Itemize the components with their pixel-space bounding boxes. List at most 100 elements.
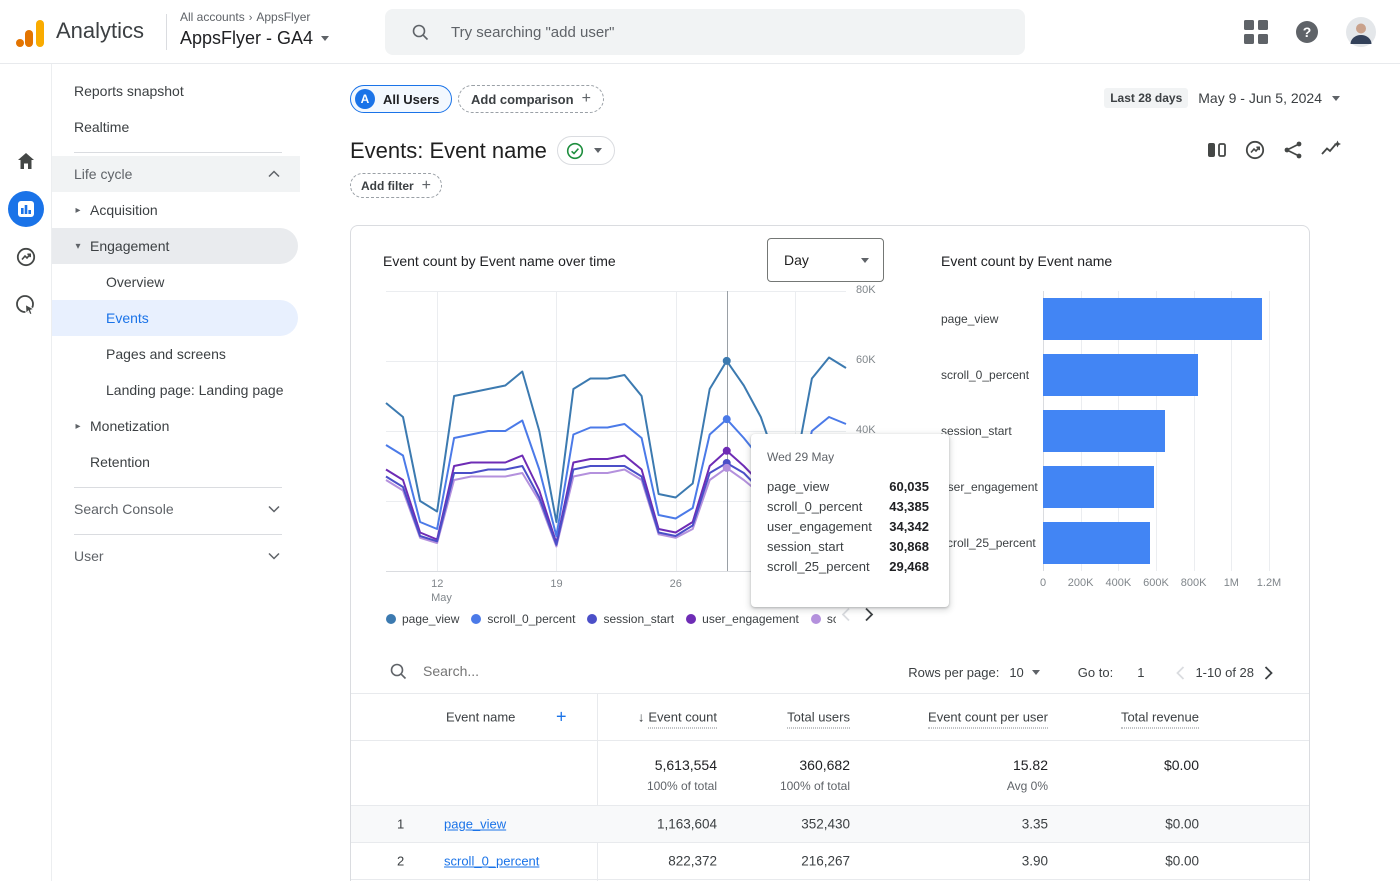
global-search-input[interactable] (451, 24, 951, 41)
chart-tooltip: Wed 29 May page_view60,035scroll_0_perce… (751, 434, 949, 607)
bar-chart-labels: page_viewscroll_0_percentsession_startus… (941, 291, 1039, 571)
sidebar-item-reports-snapshot[interactable]: Reports snapshot (52, 73, 300, 109)
share-icon[interactable] (1281, 138, 1305, 162)
table-search-input[interactable] (423, 663, 623, 679)
cell-total-users: 352,430 (801, 817, 850, 832)
sidebar-item-acquisition[interactable]: ▸Acquisition (52, 192, 300, 228)
check-circle-icon (566, 142, 584, 160)
sidebar-item-pages-and-screens[interactable]: Pages and screens (52, 336, 300, 372)
chevron-down-icon (1032, 670, 1040, 675)
search-icon (389, 662, 407, 680)
breadcrumb[interactable]: All accounts›AppsFlyer (180, 10, 310, 24)
report-status-pill[interactable] (557, 136, 615, 165)
bar-user_engagement (1043, 466, 1154, 508)
sidebar-item-overview[interactable]: Overview (52, 264, 300, 300)
expand-triangle-icon: ▸ (66, 421, 90, 432)
table-search[interactable] (389, 662, 623, 680)
sidebar-item-retention[interactable]: Retention (52, 444, 300, 480)
chevron-down-icon (594, 148, 602, 153)
hover-point-scroll_0_percent (723, 415, 731, 423)
app-name: Analytics (56, 18, 144, 44)
breadcrumb-current[interactable]: AppsFlyer (256, 10, 310, 24)
legend-item[interactable]: user_engagement (686, 612, 799, 626)
totals-total-users: 360,682 (799, 757, 850, 773)
apps-grid-icon[interactable] (1244, 20, 1268, 44)
prev-page-icon[interactable] (1176, 666, 1185, 680)
bar-category-label: scroll_0_percent (941, 347, 1039, 403)
all-users-chip[interactable]: A All Users (350, 85, 452, 113)
cell-per-user: 3.90 (1022, 854, 1048, 869)
tooltip-date: Wed 29 May (767, 450, 929, 464)
add-column-icon[interactable]: + (556, 707, 567, 728)
explore-icon[interactable] (14, 245, 38, 269)
column-header-event-count[interactable]: ↓Event count (638, 710, 717, 725)
insights-circle-icon[interactable] (1243, 138, 1267, 162)
legend-dot (686, 614, 696, 624)
goto-page-input[interactable]: 1 (1137, 665, 1144, 680)
insights-sparkle-icon[interactable] (1319, 138, 1343, 162)
sidebar-section-life-cycle[interactable]: Life cycle (52, 156, 300, 192)
property-name: AppsFlyer - GA4 (180, 28, 313, 49)
bar-scroll_25_percent (1043, 522, 1150, 564)
avatar[interactable] (1346, 17, 1376, 47)
totals-per-user-sub: Avg 0% (1007, 779, 1048, 793)
sidebar-item-monetization[interactable]: ▸Monetization (52, 408, 300, 444)
column-header-event-count-per-user[interactable]: Event count per user (928, 710, 1048, 725)
legend-item[interactable]: scroll_0_percent (471, 612, 575, 626)
home-icon[interactable] (14, 149, 38, 173)
totals-total-users-sub: 100% of total (780, 779, 850, 793)
sidebar-divider (74, 534, 282, 535)
cell-event-count: 822,372 (668, 854, 717, 869)
table-header-row: Event name + ↓Event count Total users Ev… (351, 694, 1309, 741)
rows-per-page-select[interactable]: 10 (1009, 665, 1039, 680)
table-toolbar: Rows per page: 10 Go to: 1 1-10 of 28 (351, 651, 1309, 694)
add-comparison-button[interactable]: Add comparison+ (458, 85, 604, 113)
bar-chart-title: Event count by Event name (941, 253, 1112, 269)
chevron-down-icon (268, 552, 280, 560)
plus-icon: + (422, 177, 431, 195)
bar-category-label: user_engagement (941, 459, 1039, 515)
cell-per-user: 3.35 (1022, 817, 1048, 832)
help-icon[interactable]: ? (1296, 21, 1318, 43)
sidebar-item-engagement[interactable]: ▾Engagement (52, 228, 298, 264)
next-page-icon[interactable] (1264, 666, 1273, 680)
legend-next-icon[interactable] (864, 607, 874, 622)
tooltip-row: user_engagement34,342 (767, 517, 929, 537)
global-search[interactable] (385, 9, 1025, 55)
event-name-link[interactable]: page_view (444, 817, 506, 832)
advertising-icon[interactable] (14, 293, 38, 317)
legend-item[interactable]: session_start (587, 612, 674, 626)
chevron-down-icon (861, 258, 869, 263)
sidebar-item-events[interactable]: Events (52, 300, 298, 336)
sort-desc-icon: ↓ (638, 710, 645, 725)
analytics-logo-icon[interactable] (14, 17, 46, 49)
granularity-select[interactable]: Day (767, 238, 884, 282)
top-bar: Analytics All accounts›AppsFlyer AppsFly… (0, 0, 1400, 64)
breadcrumb-root[interactable]: All accounts (180, 10, 245, 24)
compare-icon[interactable] (1205, 138, 1229, 162)
totals-revenue: $0.00 (1164, 757, 1199, 773)
date-range-picker[interactable]: Last 28 days May 9 - Jun 5, 2024 (1104, 88, 1340, 108)
sidebar-section-search-console[interactable]: Search Console (52, 491, 300, 527)
bar-category-label: scroll_25_percent (941, 515, 1039, 571)
add-filter-button[interactable]: Add filter+ (350, 173, 442, 198)
bar-session_start (1043, 410, 1165, 452)
reports-icon[interactable] (8, 191, 44, 227)
column-header-total-revenue[interactable]: Total revenue (1121, 710, 1199, 725)
rows-per-page-label: Rows per page: (908, 665, 999, 680)
bar-category-label: session_start (941, 403, 1039, 459)
cell-revenue: $0.00 (1165, 817, 1199, 832)
event-name-link[interactable]: scroll_0_percent (444, 854, 539, 869)
legend-item[interactable]: page_view (386, 612, 459, 626)
chevron-down-icon (1332, 96, 1340, 101)
legend-item[interactable]: scroll_25_percent (811, 612, 836, 626)
sidebar-section-user[interactable]: User (52, 538, 300, 574)
hover-point-page_view (723, 357, 731, 365)
legend-prev-icon[interactable] (841, 607, 851, 622)
property-selector[interactable]: AppsFlyer - GA4 (180, 28, 329, 49)
bar-scroll_0_percent (1043, 354, 1198, 396)
column-header-total-users[interactable]: Total users (787, 710, 850, 725)
sidebar-item-landing-page[interactable]: Landing page: Landing page (52, 372, 300, 408)
column-header-event-name[interactable]: Event name (446, 710, 515, 725)
sidebar-item-realtime[interactable]: Realtime (52, 109, 300, 145)
